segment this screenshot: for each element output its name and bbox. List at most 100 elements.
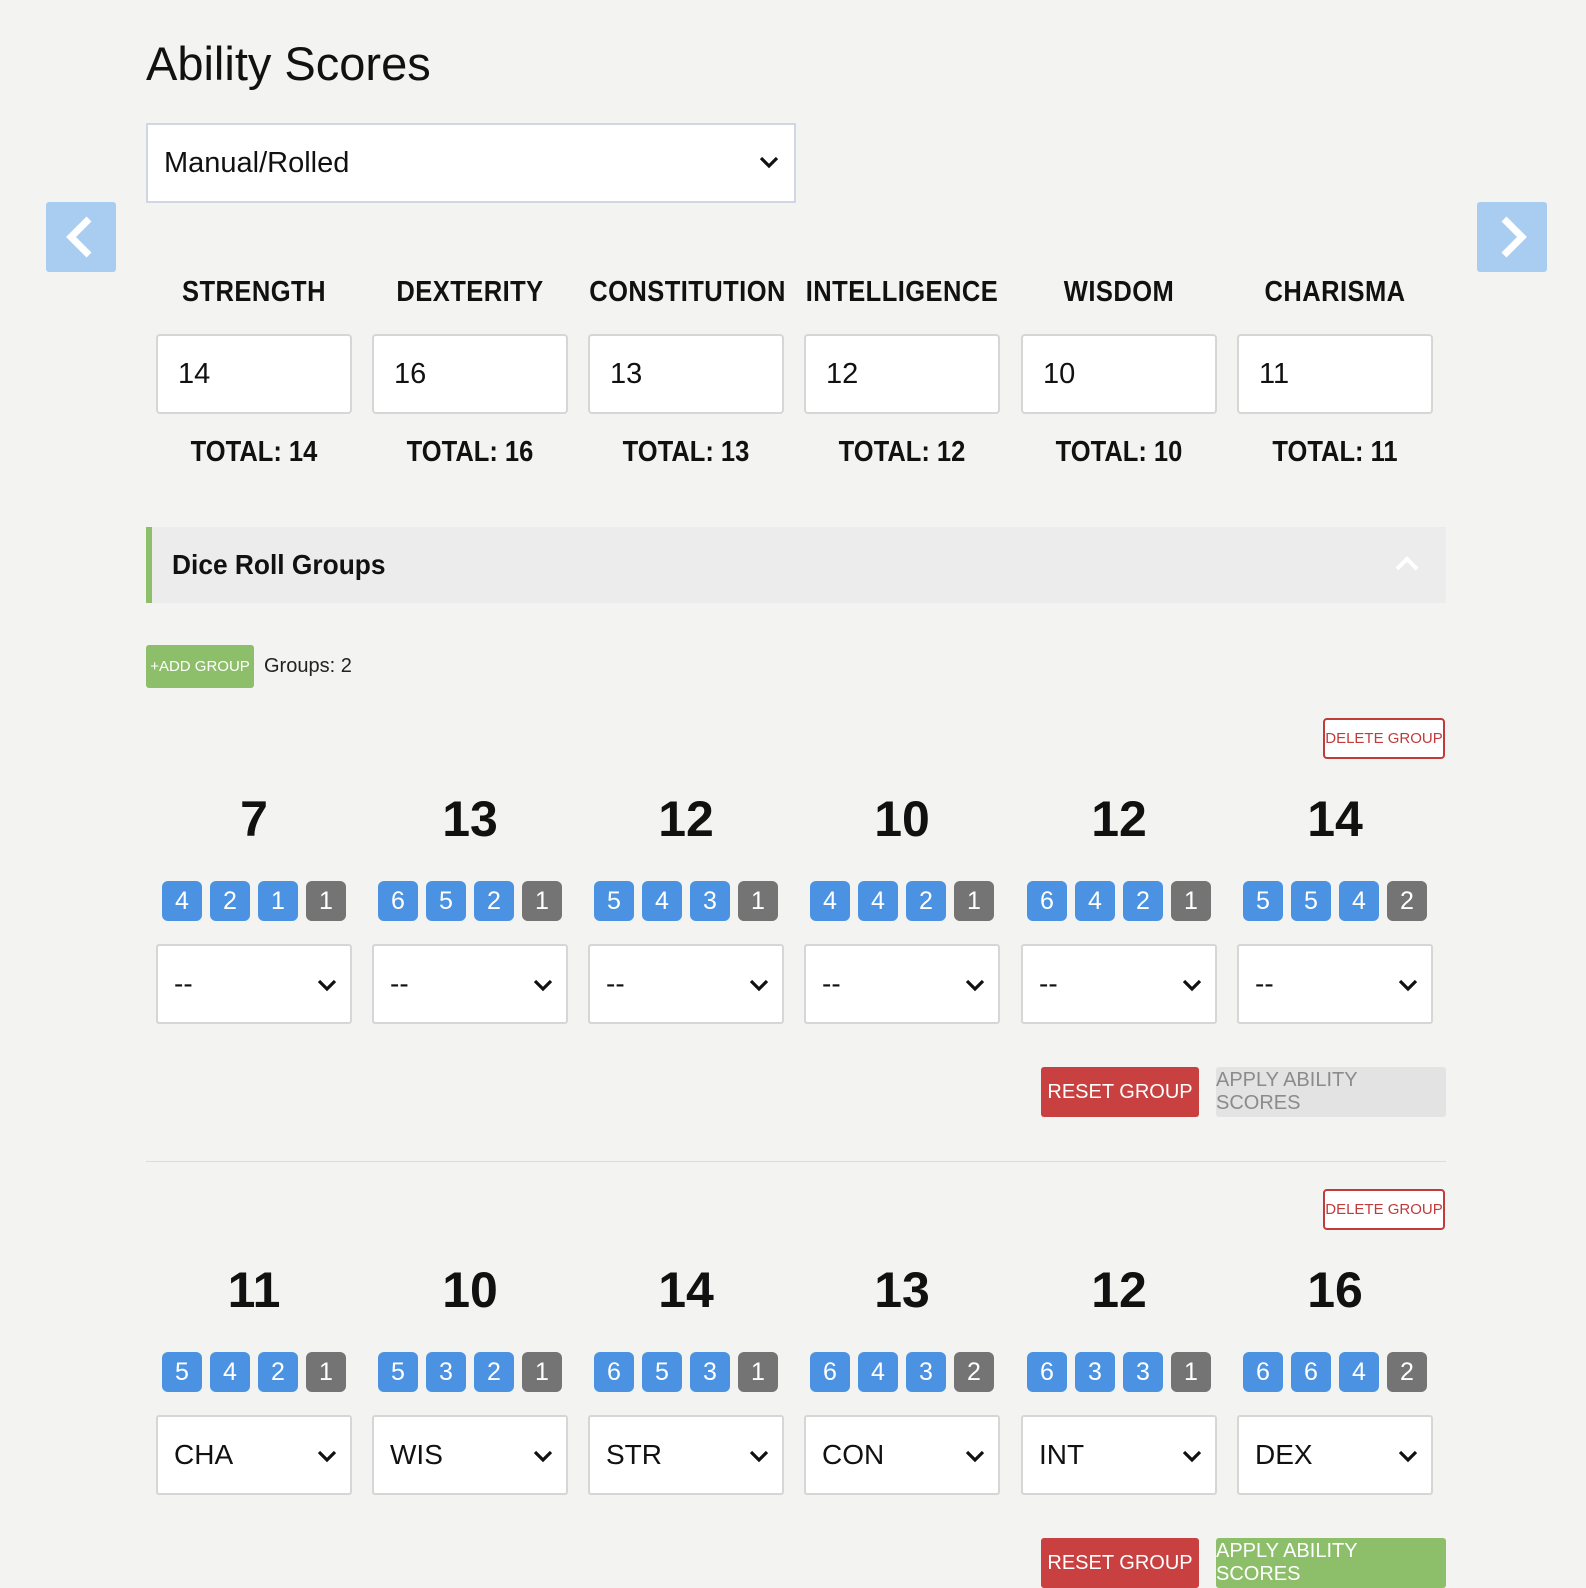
die: 2 — [210, 881, 250, 921]
ability-assign-select[interactable]: DEX — [1237, 1415, 1433, 1495]
apply-ability-scores-button[interactable]: APPLY ABILITY SCORES — [1216, 1067, 1446, 1117]
die: 2 — [1123, 881, 1163, 921]
ability-assign-select[interactable]: WIS — [372, 1415, 568, 1495]
ability-score-input[interactable]: 13 — [588, 334, 784, 414]
roll-total: 12 — [658, 791, 714, 847]
die: 2 — [474, 1352, 514, 1392]
die: 4 — [1075, 881, 1115, 921]
ability-assign-select[interactable]: STR — [588, 1415, 784, 1495]
dropped-die: 1 — [954, 881, 994, 921]
die: 2 — [906, 881, 946, 921]
groups-count: Groups: 2 — [264, 655, 352, 677]
ability-score-input[interactable]: 14 — [156, 334, 352, 414]
apply-ability-scores-button[interactable]: APPLY ABILITY SCORES — [1216, 1538, 1446, 1588]
chevron-left-icon — [66, 216, 92, 258]
chevron-down-icon — [533, 1450, 553, 1463]
ability-score-input[interactable]: 10 — [1021, 334, 1217, 414]
die: 6 — [594, 1352, 634, 1392]
reset-group-button[interactable]: RESET GROUP — [1041, 1067, 1199, 1117]
dropped-die: 1 — [522, 881, 562, 921]
assign-value: -- — [822, 968, 841, 999]
dropped-die: 1 — [306, 881, 346, 921]
ability-total: TOTAL: 16 — [406, 436, 534, 468]
ability-assign-select[interactable]: INT — [1021, 1415, 1217, 1495]
chevron-down-icon — [759, 156, 779, 169]
die: 4 — [642, 881, 682, 921]
assign-value: -- — [606, 968, 625, 999]
ability-assign-select[interactable]: -- — [1021, 944, 1217, 1024]
chevron-down-icon — [1398, 1450, 1418, 1463]
ability-assign-select[interactable]: -- — [372, 944, 568, 1024]
chevron-down-icon — [1182, 979, 1202, 992]
ability-assign-select[interactable]: -- — [1237, 944, 1433, 1024]
roll-total: 10 — [442, 1262, 498, 1318]
ability-score-input[interactable]: 11 — [1237, 334, 1433, 414]
assign-value: WIS — [390, 1439, 443, 1470]
section-title: Dice Roll Groups — [172, 549, 386, 580]
ability-assign-select[interactable]: -- — [588, 944, 784, 1024]
assign-value: -- — [1255, 968, 1274, 999]
dropped-die: 2 — [1387, 1352, 1427, 1392]
chevron-down-icon — [1398, 979, 1418, 992]
chevron-down-icon — [317, 1450, 337, 1463]
roll-total: 10 — [874, 791, 930, 847]
next-step-button[interactable] — [1477, 202, 1547, 272]
chevron-down-icon — [965, 979, 985, 992]
dice-row: 6521 — [372, 881, 568, 921]
ability-total: TOTAL: 10 — [1055, 436, 1183, 468]
roll-total: 14 — [1307, 791, 1363, 847]
die: 6 — [810, 1352, 850, 1392]
dropped-die: 1 — [738, 1352, 778, 1392]
ability-total: TOTAL: 12 — [838, 436, 966, 468]
ability-name: INTELLIGENCE — [805, 276, 999, 308]
add-group-button[interactable]: +ADD GROUP — [146, 645, 254, 688]
roll-total: 11 — [227, 1262, 281, 1318]
chevron-down-icon — [965, 1450, 985, 1463]
die: 5 — [594, 881, 634, 921]
generation-method-value: Manual/Rolled — [164, 146, 350, 179]
ability-total: TOTAL: 13 — [622, 436, 750, 468]
die: 4 — [1339, 1352, 1379, 1392]
ability-assign-select[interactable]: -- — [804, 944, 1000, 1024]
chevron-up-icon[interactable] — [1394, 555, 1420, 573]
die: 5 — [1291, 881, 1331, 921]
assign-value: -- — [390, 968, 409, 999]
generation-method-select[interactable]: Manual/Rolled — [146, 123, 796, 203]
ability-name: CONSTITUTION — [589, 276, 786, 308]
dice-row: 6421 — [1021, 881, 1217, 921]
assign-value: CON — [822, 1439, 885, 1470]
ability-total: TOTAL: 14 — [190, 436, 318, 468]
chevron-down-icon — [317, 979, 337, 992]
ability-total: TOTAL: 11 — [1272, 436, 1398, 468]
dice-row: 6432 — [804, 1352, 1000, 1392]
die: 6 — [1291, 1352, 1331, 1392]
die: 5 — [378, 1352, 418, 1392]
reset-group-button[interactable]: RESET GROUP — [1041, 1538, 1199, 1588]
roll-total: 12 — [1091, 791, 1147, 847]
chevron-down-icon — [533, 979, 553, 992]
ability-assign-select[interactable]: -- — [156, 944, 352, 1024]
group-divider — [146, 1161, 1446, 1162]
ability-assign-select[interactable]: CON — [804, 1415, 1000, 1495]
dice-roll-groups-header[interactable]: Dice Roll Groups — [146, 527, 1446, 603]
ability-name: STRENGTH — [182, 276, 326, 308]
previous-step-button[interactable] — [46, 202, 116, 272]
roll-total: 12 — [1091, 1262, 1147, 1318]
dice-row: 5421 — [156, 1352, 352, 1392]
ability-score-input[interactable]: 16 — [372, 334, 568, 414]
assign-value: CHA — [174, 1439, 234, 1470]
die: 6 — [1243, 1352, 1283, 1392]
die: 1 — [258, 881, 298, 921]
die: 4 — [810, 881, 850, 921]
dice-row: 6642 — [1237, 1352, 1433, 1392]
roll-total: 7 — [240, 791, 268, 847]
delete-group-button[interactable]: DELETE GROUP — [1323, 718, 1445, 759]
die: 5 — [426, 881, 466, 921]
dice-row: 4211 — [156, 881, 352, 921]
ability-assign-select[interactable]: CHA — [156, 1415, 352, 1495]
die: 4 — [162, 881, 202, 921]
ability-score-input[interactable]: 12 — [804, 334, 1000, 414]
delete-group-button[interactable]: DELETE GROUP — [1323, 1189, 1445, 1230]
die: 3 — [426, 1352, 466, 1392]
dice-row: 6331 — [1021, 1352, 1217, 1392]
